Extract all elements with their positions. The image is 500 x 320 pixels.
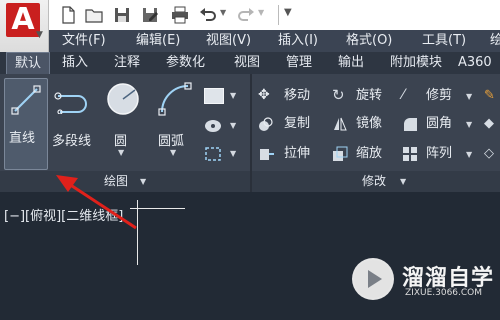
rotate-label: 旋转 [356, 88, 383, 103]
trim-label: 修剪 [426, 88, 453, 103]
move-icon: ✥ [258, 87, 270, 103]
move-tool-button[interactable]: ✥ 移动 [258, 86, 332, 106]
scale-tool-button[interactable]: 缩放 [332, 144, 398, 164]
line-tool-button[interactable]: 直线 [4, 78, 48, 170]
trim-icon: ⁄ [402, 87, 405, 103]
mirror-icon [332, 116, 348, 132]
modify-panel-footer[interactable]: 修改 ▼ [252, 171, 500, 192]
fillet-icon [402, 116, 418, 132]
tab-parametric[interactable]: 参数化 [166, 52, 205, 74]
stretch-icon [258, 146, 274, 162]
line-tool-label: 直线 [9, 131, 36, 146]
boundary-dropdown-icon[interactable]: ▼ [230, 149, 236, 158]
hatch-dropdown-icon[interactable]: ▼ [230, 121, 236, 130]
fillet-dropdown-icon[interactable]: ▼ [466, 120, 472, 129]
explode-icon[interactable]: ◆ [484, 116, 498, 132]
undo-icon[interactable] [198, 5, 218, 25]
circle-tool-label: 圆 [114, 134, 128, 149]
fillet-tool-button[interactable]: 圆角 ▼ [402, 114, 474, 134]
array-label: 阵列 [426, 146, 453, 161]
autocad-logo-icon: A [6, 3, 40, 37]
print-icon[interactable] [170, 5, 190, 25]
watermark: 溜溜自学 ZIXUE.3066.COM [352, 258, 493, 306]
draw-panel-footer[interactable]: 绘图 ▼ [0, 171, 250, 192]
toolbar-divider [278, 5, 279, 25]
fillet-label: 圆角 [426, 116, 453, 131]
save-icon[interactable] [112, 5, 132, 25]
mirror-tool-button[interactable]: 镜像 [332, 114, 398, 134]
move-label: 移动 [284, 88, 311, 103]
circle-dropdown-icon[interactable]: ▼ [118, 148, 124, 157]
polyline-tool-label: 多段线 [52, 134, 92, 149]
tab-addins[interactable]: 附加模块 [390, 52, 442, 74]
redo-dropdown-icon[interactable]: ▼ [258, 8, 264, 17]
menu-edit[interactable]: 编辑(E) [136, 30, 180, 52]
scale-icon [332, 146, 348, 162]
open-icon[interactable] [84, 5, 104, 25]
circle-tool-button[interactable]: 圆 ▼ [104, 82, 144, 162]
tab-view[interactable]: 视图 [234, 52, 260, 74]
polyline-icon [54, 92, 87, 114]
menu-insert[interactable]: 插入(I) [278, 30, 318, 52]
draw-panel-expand-icon[interactable]: ▼ [140, 177, 146, 186]
menu-format[interactable]: 格式(O) [346, 30, 392, 52]
hatch-icon[interactable] [204, 118, 222, 132]
tab-annotate[interactable]: 注释 [114, 52, 140, 74]
tab-output[interactable]: 输出 [338, 52, 364, 74]
modify-panel-title: 修改 [362, 174, 387, 188]
menu-bar: 文件(F) 编辑(E) 视图(V) 插入(I) 格式(O) 工具(T) 绘 [48, 30, 500, 52]
viewport-controls[interactable]: [−][俯视][二维线框] [4, 205, 123, 224]
chevron-down-icon: ▼ [36, 30, 43, 40]
tab-default[interactable]: 默认 [6, 52, 50, 74]
menu-tools[interactable]: 工具(T) [422, 30, 466, 52]
saveas-icon[interactable] [140, 5, 160, 25]
line-icon [11, 85, 41, 115]
offset-icon[interactable]: ◇ [484, 146, 498, 162]
menu-view[interactable]: 视图(V) [206, 30, 251, 52]
array-tool-button[interactable]: 阵列 ▼ [402, 144, 474, 164]
scale-label: 缩放 [356, 146, 383, 161]
new-icon[interactable] [58, 5, 78, 25]
stretch-label: 拉伸 [284, 146, 311, 161]
arc-tool-button[interactable]: 圆弧 ▼ [154, 82, 198, 162]
polyline-tool-button[interactable]: 多段线 [52, 82, 100, 162]
ribbon-tab-bar: 默认 插入 注释 参数化 视图 管理 输出 附加模块 A360 [0, 52, 500, 75]
watermark-play-logo-icon [352, 258, 394, 300]
application-menu-button[interactable]: A ▼ [0, 0, 49, 52]
arc-dropdown-icon[interactable]: ▼ [170, 148, 176, 157]
menu-file[interactable]: 文件(F) [62, 30, 106, 52]
trim-dropdown-icon[interactable]: ▼ [466, 92, 472, 101]
rotate-tool-button[interactable]: ↻ 旋转 [332, 86, 398, 106]
boundary-icon[interactable] [204, 146, 222, 162]
stretch-tool-button[interactable]: 拉伸 [258, 144, 332, 164]
crosshair-vertical [137, 200, 138, 265]
rotate-icon: ↻ [332, 86, 345, 104]
tab-a360[interactable]: A360 [458, 52, 492, 74]
array-dropdown-icon[interactable]: ▼ [466, 150, 472, 159]
rectangle-dropdown-icon[interactable]: ▼ [230, 91, 236, 100]
circle-icon [107, 83, 139, 115]
array-icon [402, 146, 418, 162]
mirror-label: 镜像 [356, 116, 383, 131]
arc-icon [158, 82, 192, 116]
watermark-url: ZIXUE.3066.COM [405, 288, 483, 298]
menu-draw[interactable]: 绘 [490, 30, 500, 52]
erase-icon[interactable]: ✎ [484, 88, 498, 104]
copy-icon [258, 116, 274, 132]
copy-tool-button[interactable]: 复制 [258, 114, 332, 134]
draw-panel-title: 绘图 [104, 174, 129, 188]
trim-tool-button[interactable]: ⁄ 修剪 ▼ [402, 86, 474, 106]
rectangle-icon[interactable] [204, 88, 224, 104]
tab-insert[interactable]: 插入 [62, 52, 88, 74]
undo-dropdown-icon[interactable]: ▼ [220, 8, 226, 17]
arc-tool-label: 圆弧 [158, 134, 185, 149]
tab-manage[interactable]: 管理 [286, 52, 312, 74]
customize-quick-access-icon[interactable]: ▼ [284, 7, 292, 18]
crosshair-horizontal [130, 208, 185, 209]
redo-icon[interactable] [236, 5, 256, 25]
modify-panel-expand-icon[interactable]: ▼ [400, 177, 406, 186]
copy-label: 复制 [284, 116, 311, 131]
